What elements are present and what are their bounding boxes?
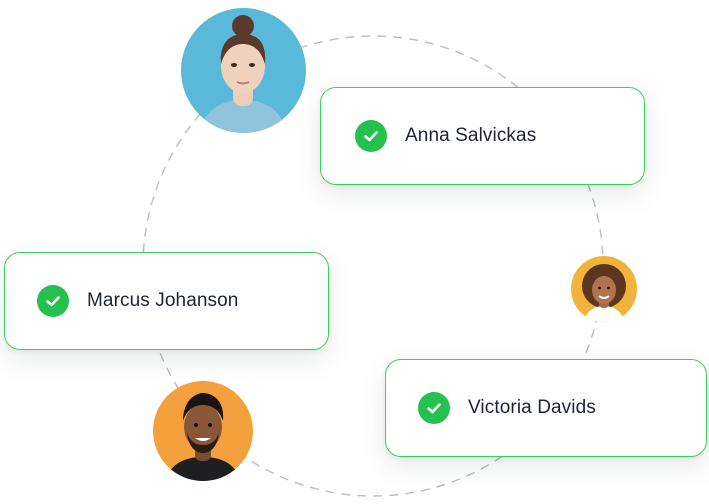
person-card-marcus[interactable]: Marcus Johanson [4,252,329,350]
person-name: Victoria Davids [468,397,596,418]
check-circle-icon [418,392,450,424]
avatar-anna [181,8,306,133]
person-name: Marcus Johanson [87,290,239,311]
avatar-marcus [153,381,253,481]
person-card-anna[interactable]: Anna Salvickas [320,87,645,185]
check-circle-icon [37,285,69,317]
avatar-victoria [571,256,637,322]
person-name: Anna Salvickas [405,125,537,146]
check-circle-icon [355,120,387,152]
person-card-victoria[interactable]: Victoria Davids [385,359,707,457]
